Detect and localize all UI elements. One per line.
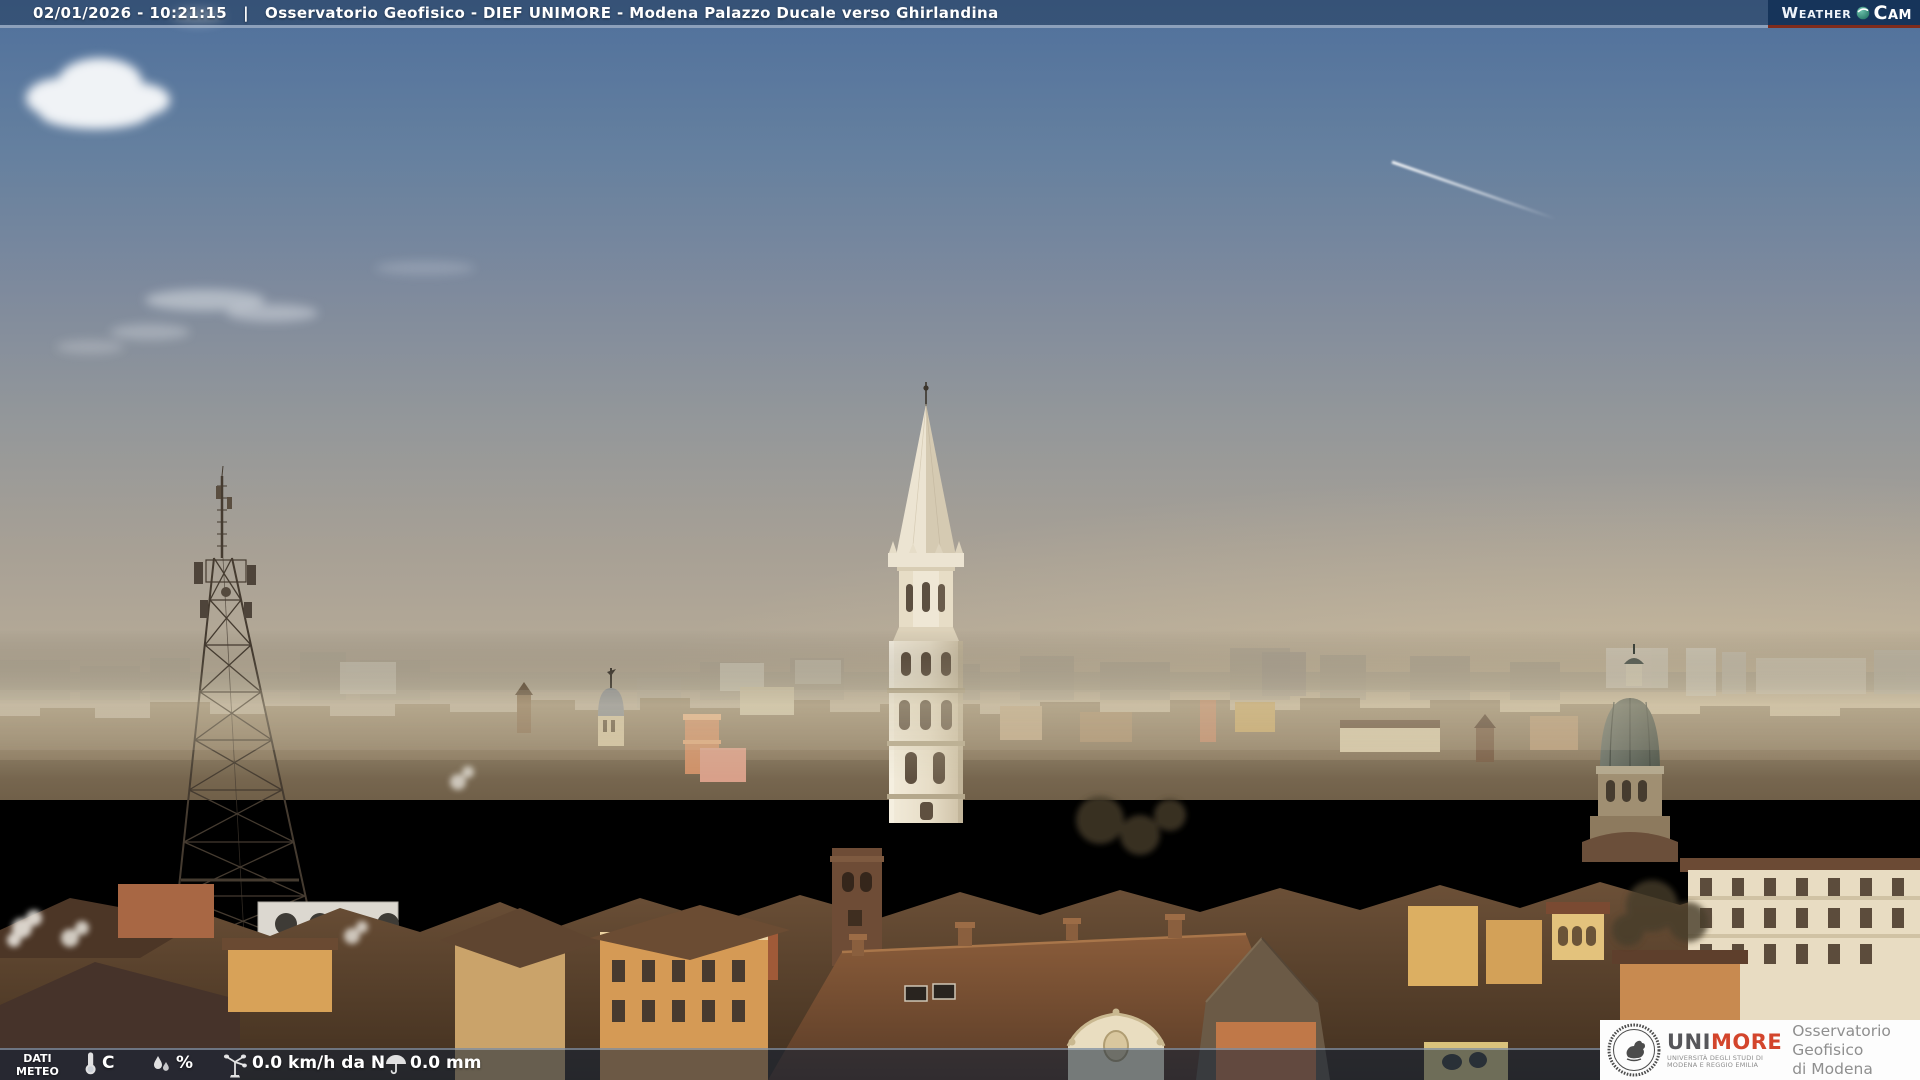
- weathercam-logo[interactable]: Weather Cam: [1767, 0, 1920, 28]
- rain-umbrella-icon: [386, 1055, 406, 1075]
- weathercam-globe-icon: [1856, 6, 1869, 19]
- webcam-page: 02/01/2026 - 10:21:15 | Osservatorio Geo…: [0, 0, 1920, 1080]
- weather-bar-label-line2: METEO: [16, 1065, 59, 1078]
- humidity-value: %: [176, 1053, 194, 1073]
- header-separator: |: [243, 3, 250, 22]
- timestamp: 02/01/2026 - 10:21:15: [33, 3, 228, 22]
- page-title: Osservatorio Geofisico - DIEF UNIMORE - …: [265, 3, 999, 22]
- rain-value: 0.0 mm: [410, 1053, 482, 1073]
- unimore-brand-more: MORE: [1710, 1029, 1783, 1054]
- wind-value: 0.0 km/h da N: [252, 1053, 386, 1073]
- unimore-logo-box[interactable]: UNIMORE UNIVERSITÀ DEGLI STUDI DI MODENA…: [1600, 1020, 1920, 1080]
- humidity-drops-icon: [154, 1056, 169, 1071]
- unimore-subtitle-line2: MODENA E REGGIO EMILIA: [1667, 1061, 1759, 1069]
- observatory-name: Osservatorio Geofisico di Modena: [1792, 1022, 1920, 1079]
- temperature-value: C: [102, 1053, 115, 1073]
- unimore-brand: UNIMORE UNIVERSITÀ DEGLI STUDI DI MODENA…: [1667, 1031, 1782, 1070]
- observatory-name-line1: Osservatorio Geofisico: [1792, 1021, 1891, 1059]
- weather-bar-label-line1: DATI: [23, 1052, 52, 1065]
- weather-bar-label: DATI METEO: [16, 1052, 59, 1078]
- weathercam-logo-cam: Cam: [1873, 1, 1912, 24]
- unimore-brand-uni: UNI: [1667, 1029, 1711, 1054]
- thermometer-icon: [85, 1052, 96, 1075]
- header-bar: 02/01/2026 - 10:21:15 | Osservatorio Geo…: [0, 0, 1920, 28]
- observatory-name-line2: di Modena: [1792, 1059, 1873, 1078]
- weathercam-logo-weather: Weather: [1781, 3, 1852, 22]
- unimore-seal-icon: [1607, 1023, 1661, 1077]
- haze-strip: [0, 690, 1920, 750]
- anemometer-icon: [223, 1054, 247, 1078]
- webcam-photo: [0, 0, 1920, 1080]
